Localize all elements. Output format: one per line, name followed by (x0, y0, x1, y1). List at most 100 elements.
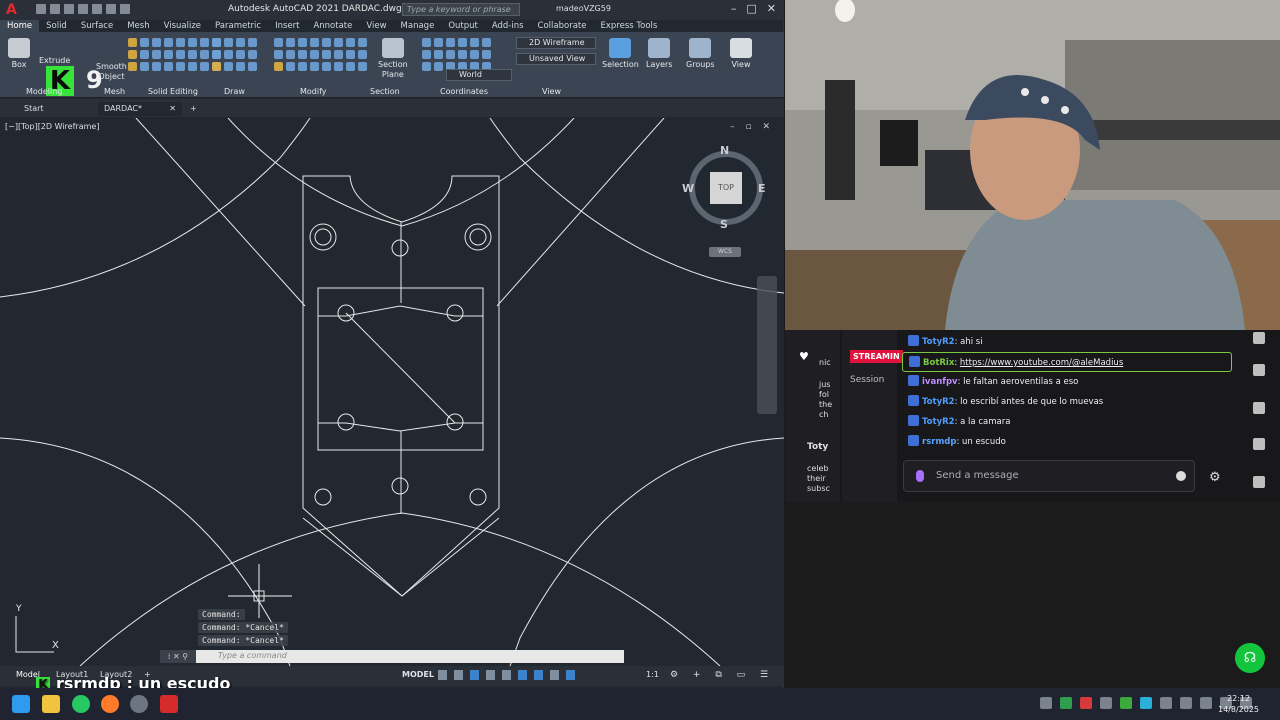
autocad-taskbar-icon[interactable] (160, 695, 178, 713)
tab-view[interactable]: View (359, 20, 393, 32)
tab-annotate[interactable]: Annotate (306, 20, 359, 32)
save-as-icon[interactable] (78, 4, 88, 14)
tab-dardac[interactable]: DARDAC* ✕ (98, 102, 182, 116)
tab-manage[interactable]: Manage (394, 20, 442, 32)
open-icon[interactable] (50, 4, 60, 14)
viewcube[interactable]: N S E W TOP (682, 144, 768, 231)
navigation-bar[interactable] (757, 276, 777, 414)
tab-mesh[interactable]: Mesh (120, 20, 156, 32)
viewport-controls-label[interactable]: [−][Top][2D Wireframe] (5, 122, 99, 131)
undo-icon[interactable] (106, 4, 116, 14)
tab-solid[interactable]: Solid (39, 20, 74, 32)
tab-start[interactable]: Start (18, 102, 50, 116)
tray-icon[interactable] (1160, 697, 1172, 709)
chat-username[interactable]: rsrmdp (922, 437, 956, 447)
file-explorer-icon[interactable] (42, 695, 60, 713)
ucs-select[interactable]: World (446, 69, 512, 81)
tray-icon[interactable] (1040, 697, 1052, 709)
otrack-icon[interactable] (534, 670, 543, 680)
drawing-canvas[interactable] (0, 118, 784, 666)
tray-icon[interactable] (1100, 697, 1112, 709)
chat-username[interactable]: BotRix (923, 358, 954, 368)
plot-icon[interactable] (92, 4, 102, 14)
chat-settings-gear-icon[interactable]: ⚙ (1209, 470, 1221, 485)
layers-button[interactable]: Layers (646, 38, 672, 69)
viewcube-top-face[interactable]: TOP (710, 172, 742, 204)
save-icon[interactable] (64, 4, 74, 14)
compass-w[interactable]: W (682, 182, 694, 195)
chat-username[interactable]: TotyR2 (922, 417, 955, 427)
compass-n[interactable]: N (720, 144, 729, 157)
snap-icon[interactable] (454, 670, 463, 680)
clock[interactable]: 22:12 14/8/2025 (1218, 693, 1259, 715)
wcs-menu[interactable]: WCS (709, 247, 741, 257)
visual-style-select[interactable]: 2D Wireframe (516, 37, 596, 49)
new-tab-icon[interactable]: + (184, 102, 203, 116)
panel-modify[interactable]: Modify (300, 87, 327, 96)
volume-icon[interactable] (1200, 697, 1212, 709)
panel-view[interactable]: View (542, 87, 561, 96)
tab-output[interactable]: Output (441, 20, 485, 32)
autocad-logo-icon[interactable]: A (6, 2, 22, 18)
panel-modeling[interactable]: Modeling (26, 87, 62, 96)
new-icon[interactable] (36, 4, 46, 14)
wrench-icon[interactable] (1253, 438, 1265, 450)
whatsapp-icon[interactable] (72, 695, 90, 713)
chat-link[interactable]: https://www.youtube.com/@aleMadius (960, 358, 1123, 368)
command-line-controls[interactable]: ⁞ ✕ ⚲ (160, 650, 196, 663)
chat-username[interactable]: ivanfpv (922, 377, 958, 387)
compass-e[interactable]: E (758, 182, 766, 195)
minimize-icon[interactable]: – (731, 2, 737, 15)
annotation-scale[interactable]: 1:1 (646, 670, 659, 679)
compass-s[interactable]: S (720, 218, 728, 231)
status-tools[interactable]: ⚙ + ⧉ ▭ ☰ (670, 670, 774, 680)
grid-icon[interactable] (438, 670, 447, 680)
ortho-icon[interactable] (470, 670, 479, 680)
tab-collaborate[interactable]: Collaborate (531, 20, 594, 32)
broadcast-icon[interactable] (1253, 364, 1265, 376)
maximize-icon[interactable]: □ (746, 2, 756, 15)
named-view-select[interactable]: Unsaved View (516, 53, 596, 65)
panel-section[interactable]: Section (370, 87, 400, 96)
extensions-icon[interactable] (1253, 476, 1265, 488)
panel-coordinates[interactable]: Coordinates (440, 87, 488, 96)
command-line[interactable]: ⁞ ✕ ⚲ Type a command (160, 650, 624, 663)
tray-icon[interactable] (1120, 697, 1132, 709)
tray-icon[interactable] (1080, 697, 1092, 709)
dashboard-icon[interactable] (1253, 402, 1265, 414)
chat-username[interactable]: TotyR2 (922, 337, 955, 347)
support-headset-icon[interactable]: ☊ (1235, 643, 1265, 673)
close-icon[interactable]: ✕ (767, 2, 776, 15)
extrude-button[interactable]: Extrude (39, 56, 70, 65)
panel-draw[interactable]: Draw (224, 87, 245, 96)
chat-bubble-icon[interactable] (1253, 332, 1265, 344)
chat-username[interactable]: TotyR2 (922, 397, 955, 407)
user-account[interactable]: madeoVZG59 (556, 4, 611, 13)
wifi-icon[interactable] (1180, 697, 1192, 709)
windows-start-icon[interactable] (12, 695, 30, 713)
tab-close-icon[interactable]: ✕ (169, 102, 176, 116)
box-button[interactable]: Box (8, 38, 30, 69)
osnap-icon[interactable] (518, 670, 527, 680)
tab-home[interactable]: Home (0, 20, 40, 32)
tray-icon[interactable] (1140, 697, 1152, 709)
firefox-icon[interactable] (101, 695, 119, 713)
smooth-object-button[interactable]: Smooth Object (96, 62, 127, 82)
panel-mesh[interactable]: Mesh (104, 87, 125, 96)
lineweight-icon[interactable] (550, 670, 559, 680)
groups-button[interactable]: Groups (686, 38, 715, 69)
tab-surface[interactable]: Surface (74, 20, 120, 32)
polar-icon[interactable] (486, 670, 495, 680)
tray-icon[interactable] (1060, 697, 1072, 709)
command-input[interactable]: Type a command (218, 651, 287, 660)
viewport-window-controls[interactable]: – ▫ ✕ (730, 122, 774, 132)
tab-insert[interactable]: Insert (268, 20, 306, 32)
tab-express-tools[interactable]: Express Tools (593, 20, 664, 32)
emoji-icon[interactable] (1176, 471, 1186, 481)
model-space-toggle[interactable]: MODEL (402, 670, 434, 679)
search-input[interactable]: Type a keyword or phrase (402, 3, 520, 16)
tab-add-ins[interactable]: Add-ins (485, 20, 531, 32)
chat-input[interactable]: Send a message (903, 460, 1195, 492)
selection-button[interactable]: Selection (602, 38, 639, 69)
annotation-icon[interactable] (566, 670, 575, 680)
